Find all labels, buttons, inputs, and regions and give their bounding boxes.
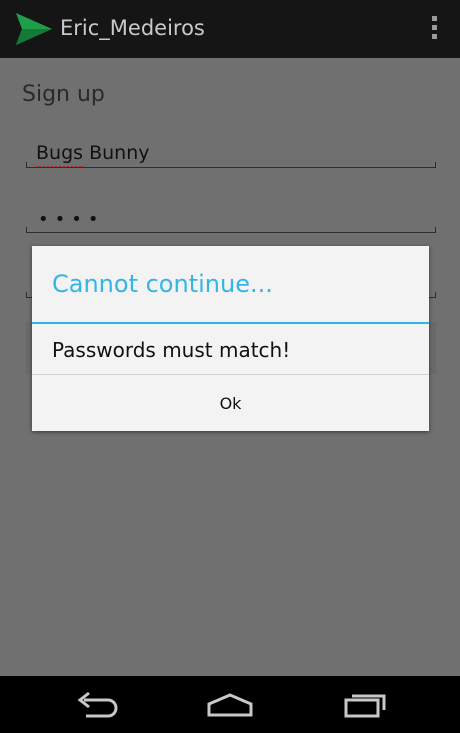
navigation-bar xyxy=(0,676,460,733)
password-field[interactable]: •••• xyxy=(26,203,436,233)
app-title: Eric_Medeiros xyxy=(60,16,205,40)
password-field-value: •••• xyxy=(38,209,105,230)
password-field-underline xyxy=(26,227,436,233)
overflow-menu-icon[interactable] xyxy=(432,16,438,43)
dialog-message: Passwords must match! xyxy=(52,338,291,362)
page-title: Sign up xyxy=(22,82,105,107)
action-bar: Eric_Medeiros xyxy=(0,0,460,58)
name-field[interactable]: Bugs Bunny xyxy=(26,138,436,168)
ok-button[interactable]: Ok xyxy=(32,375,429,431)
dialog-title: Cannot continue... xyxy=(52,270,273,298)
name-field-value: Bugs Bunny xyxy=(36,142,150,164)
home-icon[interactable] xyxy=(206,688,254,722)
name-field-underline xyxy=(26,162,436,168)
send-icon[interactable] xyxy=(16,13,52,45)
recent-apps-icon[interactable] xyxy=(342,688,388,722)
alert-dialog: Cannot continue... Passwords must match!… xyxy=(32,246,429,431)
dialog-title-divider xyxy=(32,322,429,324)
back-icon[interactable] xyxy=(74,688,120,722)
